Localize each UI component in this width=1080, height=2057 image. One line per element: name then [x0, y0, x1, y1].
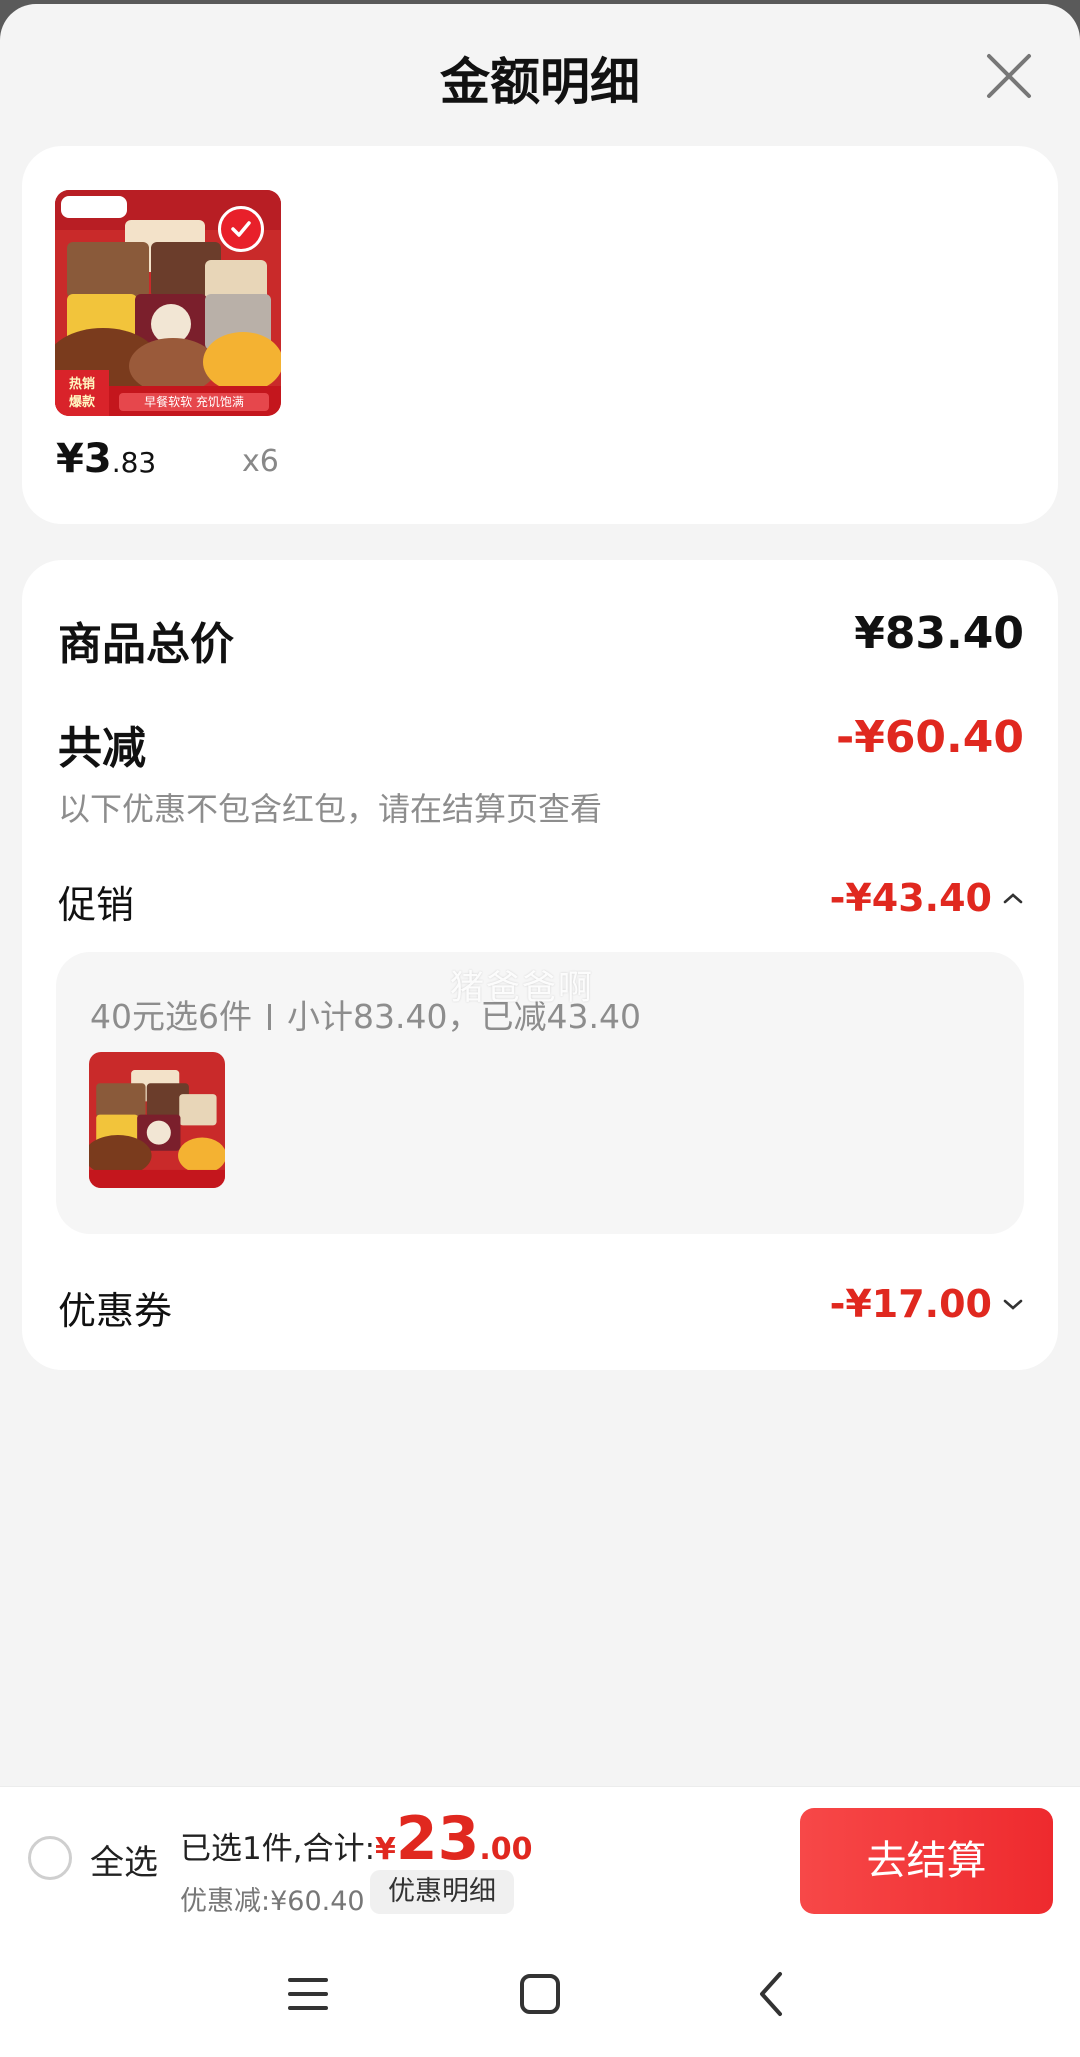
product-quantity: x6 — [242, 444, 279, 479]
product-thumbnail[interactable]: 热销 爆款 早餐软软 充饥饱满 — [55, 190, 281, 416]
selected-count-label: 已选1件,合计: — [180, 1831, 376, 1867]
product-card: 热销 爆款 早餐软软 充饥饱满 ¥3.83 x6 — [22, 146, 1058, 524]
select-all-label[interactable]: 全选 — [90, 1835, 158, 1884]
amount-detail-sheet: 金额明细 热销 爆款 早餐软软 充饥饱满 ¥3.83 x6 商品总价 ¥83.4… — [0, 4, 1080, 2057]
total-integer: 23 — [395, 1804, 480, 1874]
checkmark-icon — [231, 221, 251, 237]
divider — [268, 1004, 271, 1030]
price-integer: 3 — [83, 436, 112, 482]
total-label: 商品总价 — [58, 619, 234, 670]
promo-rule: 40元选6件 — [90, 997, 252, 1036]
back-icon[interactable] — [742, 1964, 802, 2024]
svg-text:热销: 热销 — [69, 376, 95, 392]
sheet-header: 金额明细 — [0, 4, 1080, 144]
price-decimal: .83 — [111, 446, 157, 479]
selected-check — [218, 206, 264, 252]
svg-text:早餐软软 充饥饱满: 早餐软软 充饥饱满 — [144, 394, 244, 409]
promo-value: -¥43.40 — [829, 876, 992, 920]
chevron-down-icon — [1003, 1299, 1023, 1310]
promo-label: 促销 — [58, 883, 135, 927]
discount-note: 以下优惠不包含红包，请在结算页查看 — [58, 790, 603, 828]
summary-card: 商品总价 ¥83.40 共减 -¥60.40 以下优惠不包含红包，请在结算页查看… — [22, 560, 1058, 1370]
discount-summary: 优惠减:¥60.40 — [180, 1886, 365, 1917]
product-price: ¥3.83 — [56, 436, 156, 482]
coupon-label: 优惠券 — [58, 1289, 173, 1333]
checkout-button[interactable]: 去结算 — [800, 1808, 1053, 1914]
discount-detail-button[interactable]: 优惠明细 — [370, 1870, 514, 1914]
promo-toggle[interactable]: -¥43.40 — [830, 876, 1024, 920]
chevron-up-icon — [1003, 893, 1023, 904]
total-currency: ¥ — [375, 1832, 396, 1867]
promo-product-image — [89, 1052, 225, 1188]
reduce-value: -¥60.40 — [835, 712, 1024, 763]
sheet-title: 金额明细 — [440, 53, 640, 111]
promo-product-thumbnail[interactable] — [89, 1052, 225, 1188]
selected-total: 已选1件,合计:¥23.00 — [180, 1809, 533, 1869]
price-currency: ¥ — [56, 436, 84, 482]
coupon-toggle[interactable]: -¥17.00 — [830, 1282, 1024, 1326]
reduce-label: 共减 — [58, 723, 146, 774]
svg-text:爆款: 爆款 — [69, 394, 96, 410]
total-decimal: .00 — [479, 1832, 533, 1867]
checkout-bar: 全选 已选1件,合计:¥23.00 优惠减:¥60.40 优惠明细 去结算 — [0, 1786, 1080, 1926]
close-icon[interactable] — [983, 50, 1035, 102]
total-value: ¥83.40 — [854, 608, 1024, 659]
home-icon[interactable] — [510, 1964, 570, 2024]
menu-icon[interactable] — [278, 1964, 338, 2024]
select-all-radio[interactable] — [28, 1836, 72, 1880]
coupon-value: -¥17.00 — [829, 1282, 992, 1326]
system-navbar — [0, 1926, 1080, 2057]
watermark: 猪爸爸啊 — [450, 968, 594, 1008]
